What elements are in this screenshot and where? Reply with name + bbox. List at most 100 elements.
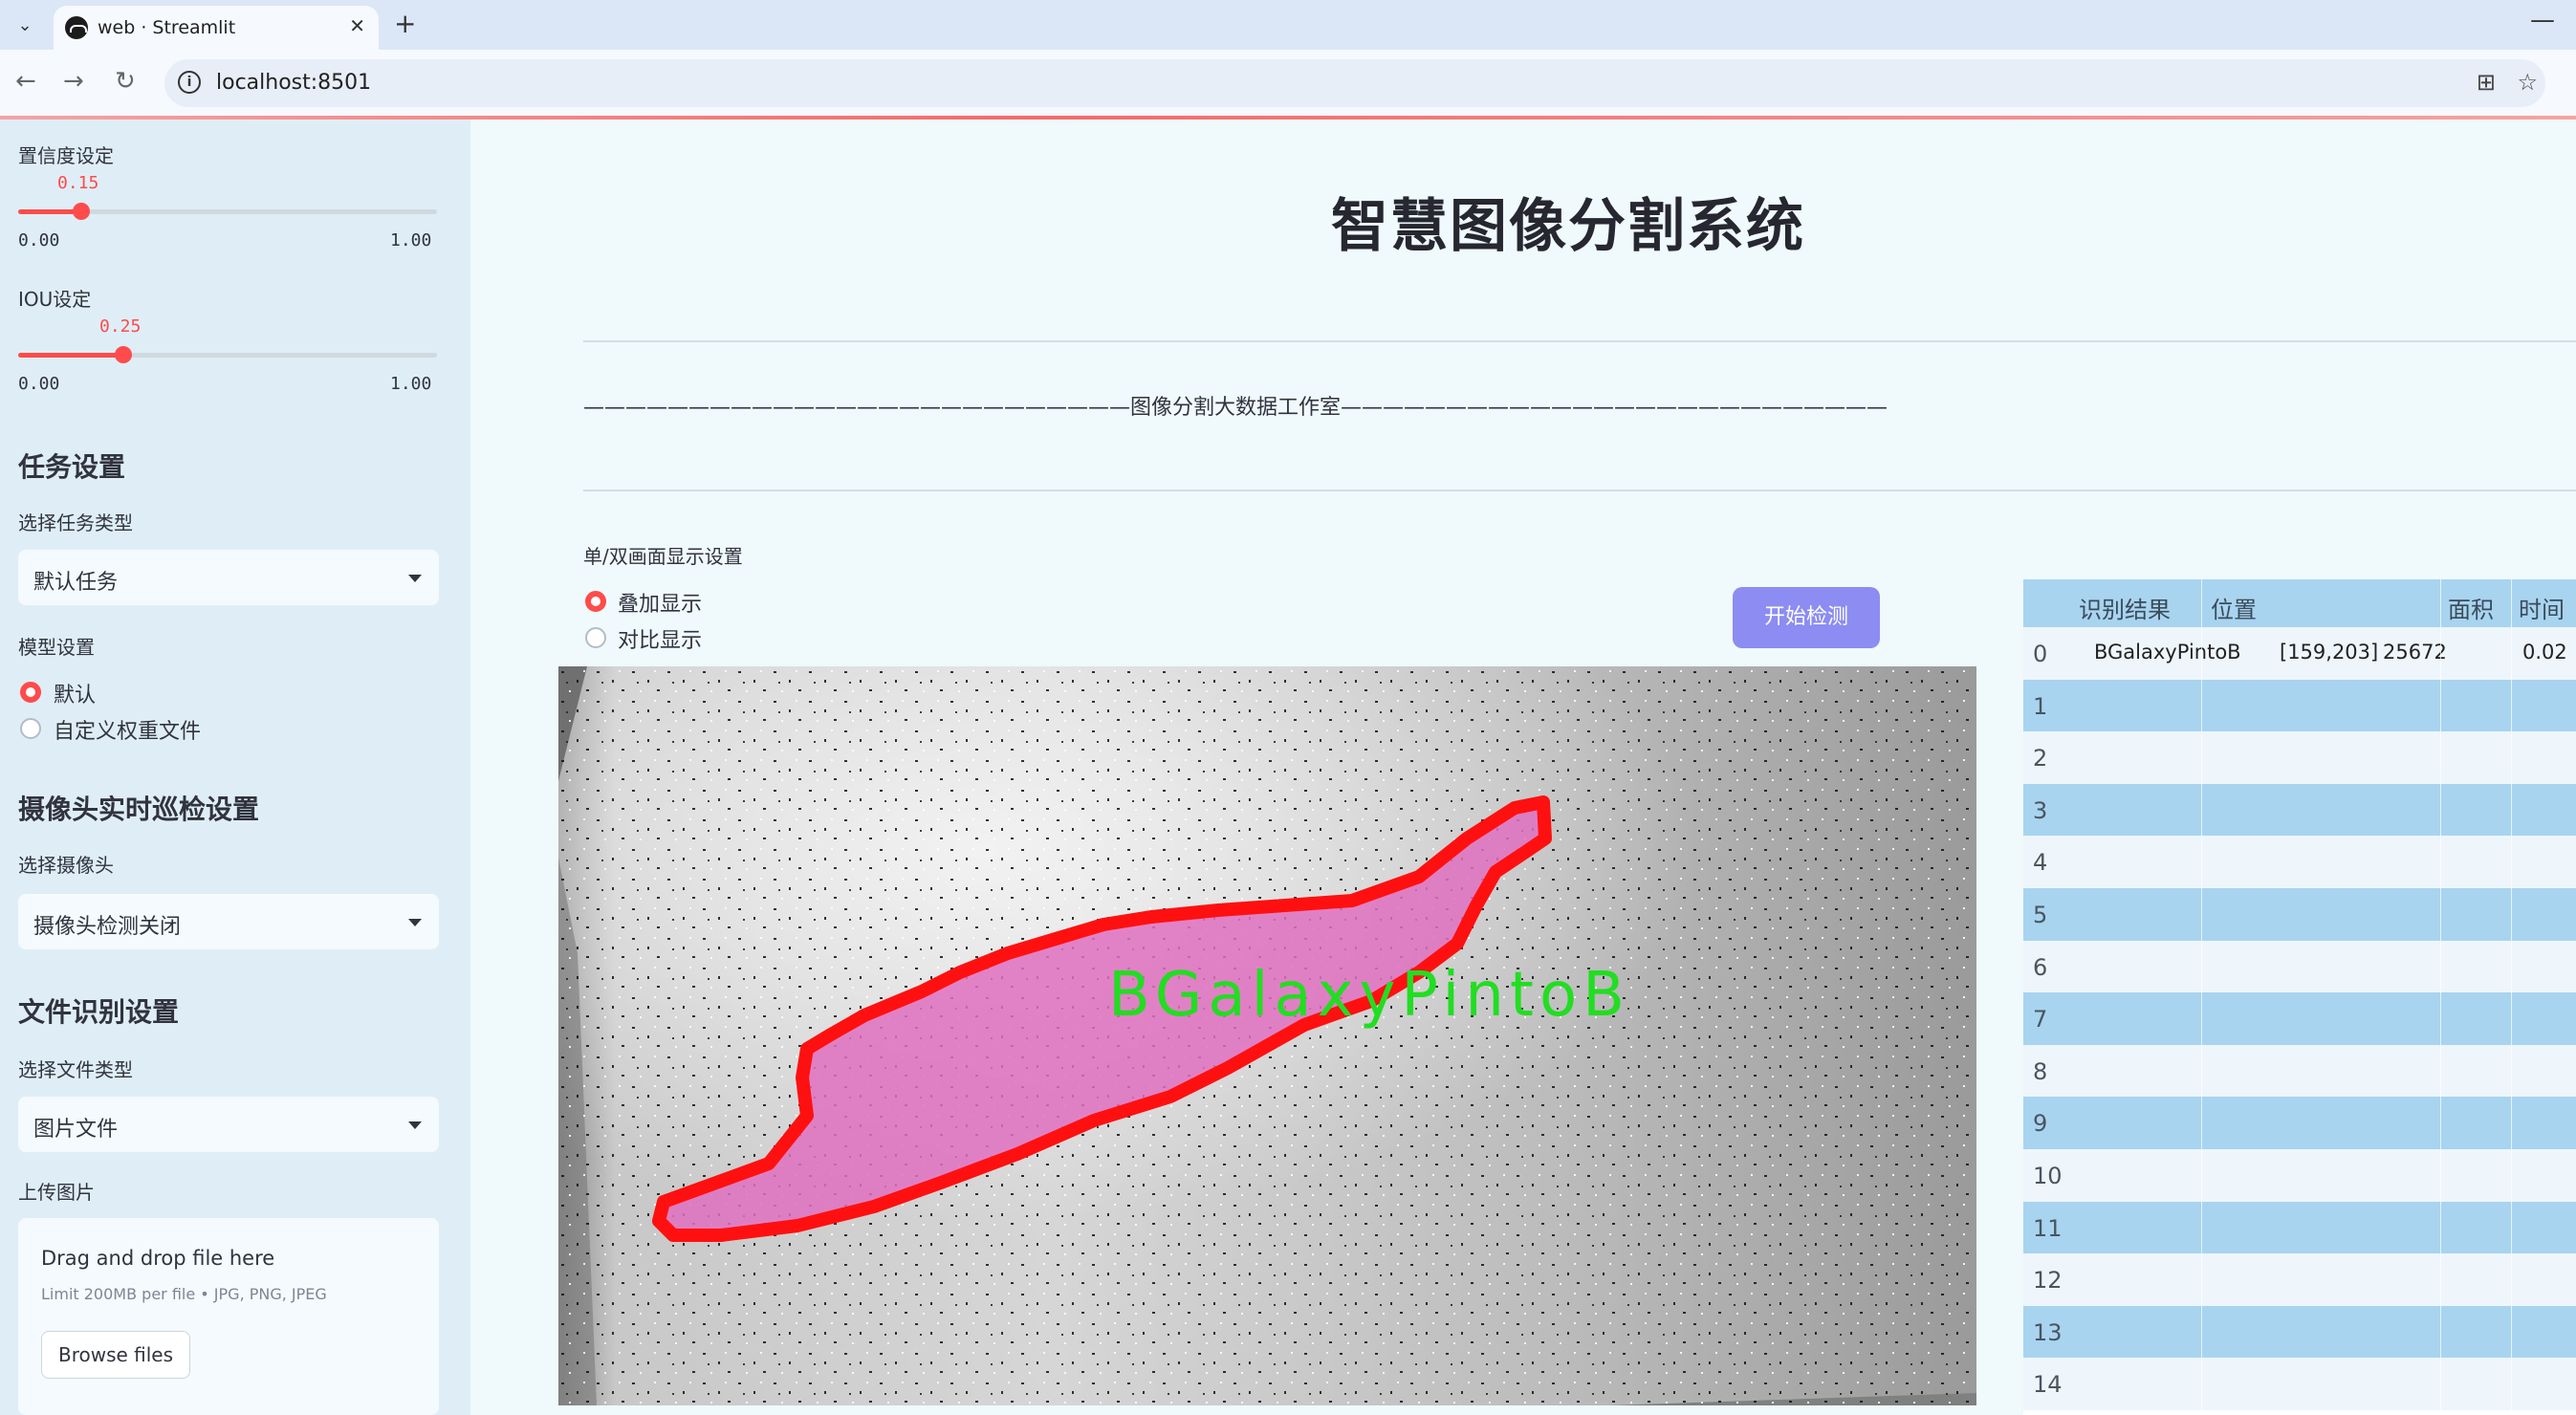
cell-time: 0.02 xyxy=(2522,641,2567,664)
iou-min: 0.00 xyxy=(18,374,60,394)
row-index: 4 xyxy=(2033,849,2048,877)
camera-value: 摄像头检测关闭 xyxy=(33,915,182,939)
display-radio-compare[interactable] xyxy=(585,627,606,648)
confidence-label: 置信度设定 xyxy=(18,144,114,167)
file-type-label: 选择文件类型 xyxy=(18,1058,133,1081)
row-index: 11 xyxy=(2033,1214,2063,1242)
tab-title: web · Streamlit xyxy=(98,17,236,38)
iou-slider[interactable] xyxy=(18,346,437,363)
table-row[interactable]: 7 xyxy=(2023,992,2576,1045)
model-label: 模型设置 xyxy=(18,636,95,659)
iou-label: IOU设定 xyxy=(18,288,92,311)
url-text: localhost:8501 xyxy=(216,71,372,95)
start-detection-button[interactable]: 开始检测 xyxy=(1733,587,1880,648)
tab-list-chevron-icon[interactable]: ⌄ xyxy=(8,8,42,42)
new-tab-plus-icon[interactable]: + xyxy=(394,8,416,39)
confidence-value: 0.15 xyxy=(57,173,99,193)
divider xyxy=(583,490,2576,491)
browse-files-button[interactable]: Browse files xyxy=(41,1331,190,1379)
chevron-down-icon xyxy=(408,575,422,582)
translate-icon[interactable]: ⊞ xyxy=(2477,69,2496,96)
model-radio-custom[interactable] xyxy=(20,718,41,739)
cell-result: BGalaxyPintoB xyxy=(2094,641,2241,664)
row-index: 12 xyxy=(2033,1267,2063,1295)
row-index: 0 xyxy=(2033,641,2048,667)
table-row[interactable]: 10 xyxy=(2023,1149,2576,1202)
table-row[interactable]: 4 xyxy=(2023,836,2576,888)
col-time[interactable]: 时间 xyxy=(2519,591,2565,624)
display-option-overlay: 叠加显示 xyxy=(618,593,703,617)
col-position[interactable]: 位置 xyxy=(2211,591,2257,624)
model-option-default: 默认 xyxy=(54,684,97,708)
row-index: 8 xyxy=(2033,1057,2048,1085)
forward-arrow-icon[interactable]: → xyxy=(63,67,84,96)
upload-title: Drag and drop file here xyxy=(41,1247,275,1270)
results-table[interactable]: 识别结果 位置 面积 时间 0 BGalaxyPintoB [159,203] 2 5 6… xyxy=(2023,579,2576,1415)
table-row[interactable]: 3 xyxy=(2023,783,2576,837)
url-field[interactable]: i localhost:8501 ⊞ ☆ xyxy=(164,59,2545,107)
site-info-icon[interactable]: i xyxy=(178,71,201,94)
row-index: 1 xyxy=(2033,692,2048,720)
upload-limit-text: Limit 200MB per file • JPG, PNG, JPEG xyxy=(41,1285,327,1303)
task-type-label: 选择任务类型 xyxy=(18,512,133,534)
segmentation-result-svg: BGalaxyPintoB xyxy=(558,666,1976,1405)
table-row[interactable]: 6 xyxy=(2023,940,2576,993)
row-index: 10 xyxy=(2033,1163,2063,1189)
table-header: 识别结果 位置 面积 时间 xyxy=(2023,579,2576,627)
chevron-down-icon xyxy=(408,1121,422,1129)
tab-close-icon[interactable]: ✕ xyxy=(349,14,365,37)
iou-slider-fill xyxy=(18,353,123,358)
table-row[interactable]: 0 BGalaxyPintoB [159,203] 25672 0.02 xyxy=(2023,627,2576,680)
col-result[interactable]: 识别结果 xyxy=(2079,591,2171,624)
confidence-slider-thumb[interactable] xyxy=(72,203,90,220)
confidence-slider[interactable] xyxy=(18,203,437,220)
table-row[interactable]: 9 xyxy=(2023,1097,2576,1149)
browser-tab[interactable]: web · Streamlit ✕ xyxy=(54,6,379,50)
column-divider xyxy=(2201,579,2202,1415)
iou-slider-thumb[interactable] xyxy=(114,346,132,363)
file-section-heading: 文件识别设置 xyxy=(18,996,180,1028)
row-index: 9 xyxy=(2033,1110,2048,1138)
file-type-select[interactable]: 图片文件 xyxy=(18,1097,439,1152)
streamlit-favicon-icon xyxy=(65,16,88,39)
bookmark-star-icon[interactable]: ☆ xyxy=(2517,69,2538,96)
browser-tab-bar: ⌄ web · Streamlit ✕ + — xyxy=(0,0,2576,50)
display-option-compare: 对比显示 xyxy=(618,629,703,653)
file-uploader-dropzone[interactable]: Drag and drop file here Limit 200MB per … xyxy=(18,1218,439,1415)
iou-value: 0.25 xyxy=(99,316,142,337)
table-row[interactable]: 12 xyxy=(2023,1253,2576,1306)
table-row[interactable]: 2 xyxy=(2023,731,2576,784)
model-radio-default[interactable] xyxy=(20,682,41,703)
reload-icon[interactable]: ↻ xyxy=(115,67,136,96)
confidence-max: 1.00 xyxy=(390,230,432,250)
table-row[interactable]: 13 xyxy=(2023,1305,2576,1359)
address-bar: ← → ↻ i localhost:8501 ⊞ ☆ xyxy=(0,50,2576,117)
table-row[interactable]: 8 xyxy=(2023,1044,2576,1098)
display-mode-label: 单/双画面显示设置 xyxy=(583,545,743,568)
camera-section-heading: 摄像头实时巡检设置 xyxy=(18,794,260,825)
window-minimize-icon[interactable]: — xyxy=(2530,6,2555,34)
camera-label: 选择摄像头 xyxy=(18,854,114,877)
back-arrow-icon[interactable]: ← xyxy=(15,67,36,96)
task-type-value: 默认任务 xyxy=(33,571,119,595)
table-row[interactable]: 11 xyxy=(2023,1201,2576,1254)
iou-max: 1.00 xyxy=(390,374,432,394)
col-area[interactable]: 面积 xyxy=(2448,591,2494,624)
detection-label: BGalaxyPintoB xyxy=(1108,960,1630,1031)
row-index: 7 xyxy=(2033,1006,2048,1034)
confidence-min: 0.00 xyxy=(18,230,60,250)
display-radio-overlay[interactable] xyxy=(585,591,606,612)
table-row[interactable]: 1 xyxy=(2023,679,2576,732)
table-row[interactable]: 14 xyxy=(2023,1358,2576,1410)
cell-position: [159,203] xyxy=(2280,641,2379,664)
row-index: 13 xyxy=(2033,1318,2063,1346)
camera-select[interactable]: 摄像头检测关闭 xyxy=(18,894,439,949)
upload-label: 上传图片 xyxy=(18,1181,95,1204)
task-type-select[interactable]: 默认任务 xyxy=(18,550,439,605)
table-row[interactable]: 5 xyxy=(2023,888,2576,941)
row-index: 5 xyxy=(2033,902,2048,928)
row-index: 14 xyxy=(2033,1371,2063,1399)
row-index: 6 xyxy=(2033,953,2048,981)
studio-banner: ——————————————————————————图像分割大数据工作室————… xyxy=(583,396,1888,420)
model-option-custom: 自定义权重文件 xyxy=(54,720,202,744)
